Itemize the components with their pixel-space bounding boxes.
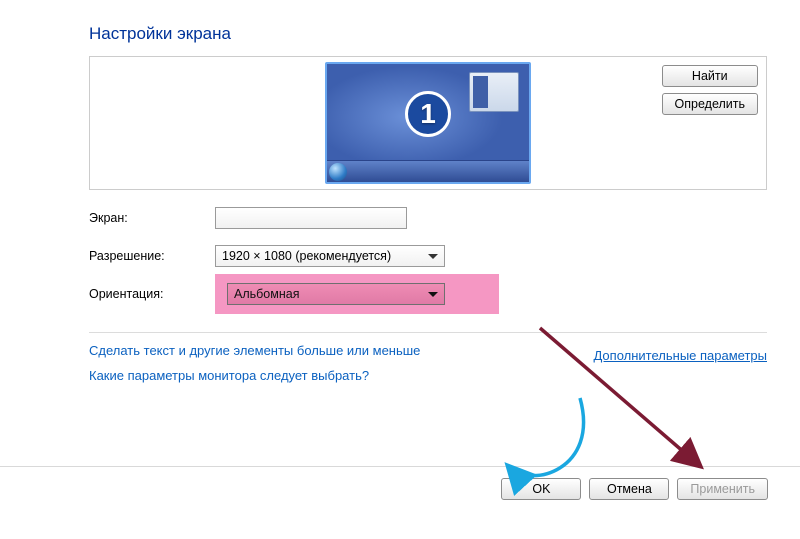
detect-button[interactable]: Определить xyxy=(662,93,758,115)
orientation-dropdown[interactable]: Альбомная xyxy=(227,283,445,305)
chevron-down-icon xyxy=(428,287,438,301)
chevron-down-icon xyxy=(428,249,438,263)
monitor-1-preview[interactable]: 1 xyxy=(325,62,531,184)
cancel-button[interactable]: Отмена xyxy=(589,478,669,500)
preview-start-icon xyxy=(329,163,347,181)
annotation-arrow-blue xyxy=(508,398,584,476)
apply-button[interactable]: Применить xyxy=(677,478,768,500)
page-title: Настройки экрана xyxy=(89,24,767,44)
preview-taskbar-icon xyxy=(327,160,529,182)
monitor-help-link[interactable]: Какие параметры монитора следует выбрать… xyxy=(89,368,767,383)
monitor-number-badge: 1 xyxy=(405,91,451,137)
resolution-value: 1920 × 1080 (рекомендуется) xyxy=(222,249,391,263)
display-preview-area: 1 Найти Определить xyxy=(89,56,767,190)
orientation-label: Ориентация: xyxy=(89,274,215,314)
dialog-footer: OK Отмена Применить xyxy=(0,466,800,510)
preview-window-icon xyxy=(469,72,519,112)
resolution-dropdown[interactable]: 1920 × 1080 (рекомендуется) xyxy=(215,245,445,267)
resolution-label: Разрешение: xyxy=(89,249,215,263)
advanced-settings-link[interactable]: Дополнительные параметры xyxy=(593,348,767,363)
orientation-value: Альбомная xyxy=(234,287,299,301)
divider xyxy=(89,332,767,333)
find-button[interactable]: Найти xyxy=(662,65,758,87)
screen-label: Экран: xyxy=(89,211,215,225)
screen-dropdown[interactable] xyxy=(215,207,407,229)
ok-button[interactable]: OK xyxy=(501,478,581,500)
